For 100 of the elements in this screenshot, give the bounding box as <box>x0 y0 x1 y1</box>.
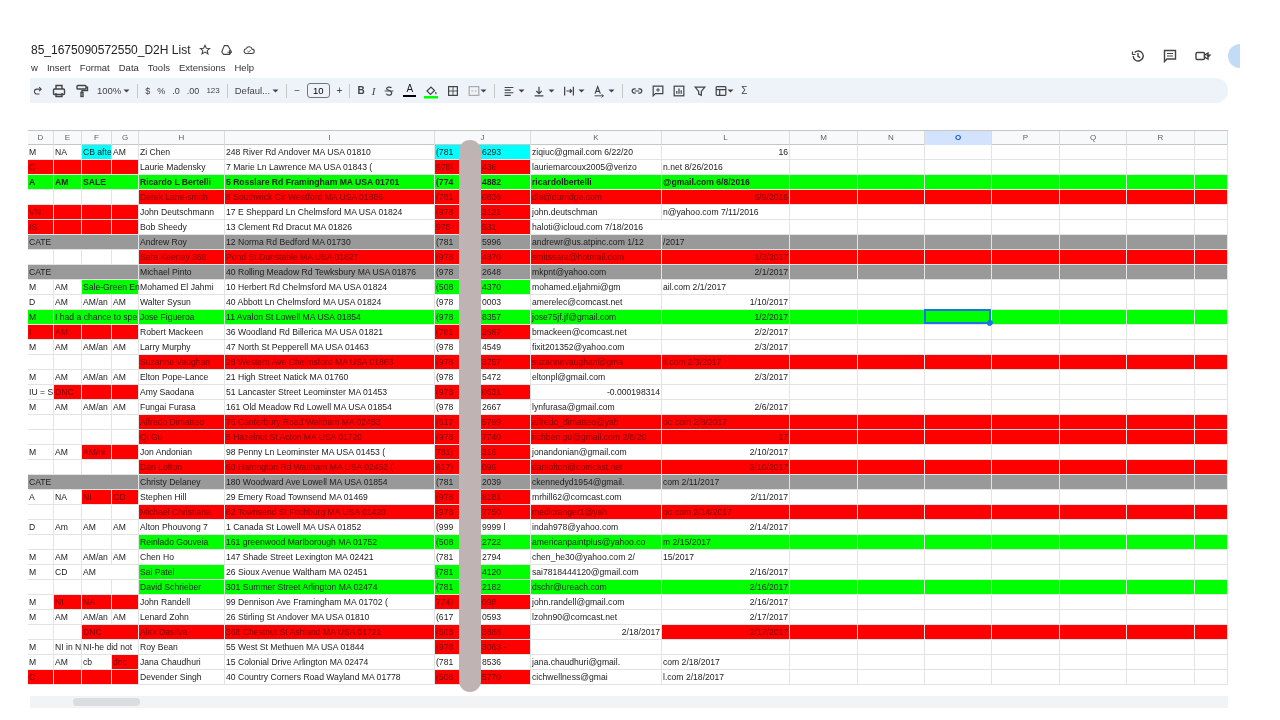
table-cell: Robert Mackeen <box>139 325 225 340</box>
cell-text: 3063 - <box>482 641 508 654</box>
empty-cell <box>858 205 925 220</box>
table-cell: NI <box>54 595 82 610</box>
column-header[interactable]: R <box>1127 131 1195 145</box>
table-cell: 10 Herbert Rd Chelmsford MA USA 01824 <box>225 280 435 295</box>
column-header[interactable]: D <box>28 131 54 145</box>
column-header[interactable]: M <box>790 131 858 145</box>
menu-item[interactable]: Help <box>234 62 255 73</box>
column-header[interactable]: G <box>112 131 139 145</box>
table-cell: Amy Saodana <box>139 385 225 400</box>
decrease-decimals-button[interactable]: .0 <box>172 85 180 96</box>
empty-cell <box>858 595 925 610</box>
empty-cell <box>1195 670 1228 685</box>
column-header[interactable]: L <box>662 131 790 145</box>
table-cell: 16 <box>662 145 790 160</box>
cell-text: (508 <box>436 536 455 549</box>
table-cell: com 2/11/2017 <box>662 475 790 490</box>
cell-text: (978 <box>436 431 455 444</box>
zoom-dropdown[interactable]: 100% <box>97 85 122 96</box>
table-cell: 2/16/2017 <box>662 595 790 610</box>
empty-cell <box>858 385 925 400</box>
table-cell: 21 High Street Natick MA 01760 <box>225 370 435 385</box>
paint-format-icon[interactable] <box>74 82 90 99</box>
italic-button[interactable]: I <box>371 84 376 97</box>
horizontal-scrollbar[interactable] <box>30 696 1228 708</box>
column-header[interactable]: E <box>54 131 82 145</box>
table-cell: com 2/18/2017 <box>662 655 790 670</box>
column-header[interactable]: Q <box>1060 131 1127 145</box>
empty-cell <box>1127 370 1195 385</box>
cell-text: 098 <box>482 596 498 609</box>
column-header[interactable]: I <box>225 131 435 145</box>
table-cell: eltonpl@gmail.com <box>531 370 662 385</box>
empty-cell <box>925 640 992 655</box>
menu-item[interactable]: Data <box>118 62 139 73</box>
table-cell: john.deutschman <box>531 205 662 220</box>
table-cell: 51 Lancaster Street Leominster MA 01453 <box>225 385 435 400</box>
table-cell: john.randell@gmail.com <box>531 595 662 610</box>
print-icon[interactable] <box>51 82 67 99</box>
cell-text: 5472 <box>482 371 503 384</box>
document-title[interactable]: 85_1675090572550_D2H List <box>31 43 191 57</box>
column-header[interactable]: P <box>992 131 1060 145</box>
cell-text: 4870 <box>482 251 503 264</box>
empty-cell <box>1060 655 1127 670</box>
cell-text: 978) <box>436 161 455 174</box>
menu-item[interactable]: w <box>31 62 38 73</box>
empty-cell <box>992 370 1060 385</box>
cell-text: (781 <box>436 551 455 564</box>
triangle-plus-icon[interactable] <box>220 42 235 58</box>
table-cell: C <box>28 670 54 685</box>
cell-text: 0003 <box>482 296 503 309</box>
table-cell: Jana Chaudhuri <box>139 655 225 670</box>
percent-format-button[interactable]: % <box>157 85 166 96</box>
cell-text: (978 <box>436 491 455 504</box>
empty-cell <box>925 370 992 385</box>
empty-cell <box>1060 280 1127 295</box>
increase-font-size-button[interactable]: + <box>336 85 343 96</box>
cell-text: 436 <box>482 161 498 174</box>
cell-text: (508 <box>436 671 455 684</box>
empty-cell <box>1195 280 1228 295</box>
menu-item[interactable]: Extensions <box>179 62 226 73</box>
table-cell: mkpnt@yahoo.com <box>531 265 662 280</box>
table-cell: 40 Country Corners Road Wayland MA 01778 <box>225 670 435 685</box>
history-icon[interactable] <box>1130 48 1146 64</box>
empty-cell <box>1060 670 1127 685</box>
font-dropdown[interactable]: Defaul... <box>234 85 271 96</box>
column-header[interactable]: O <box>925 131 992 145</box>
decrease-font-size-button[interactable]: − <box>294 85 300 96</box>
text-color-button[interactable]: A <box>403 84 417 97</box>
empty-cell <box>858 370 925 385</box>
comment-icon[interactable] <box>1162 48 1178 64</box>
column-header[interactable]: K <box>531 131 662 145</box>
column-header[interactable]: H <box>139 131 225 145</box>
text-rotation-icon[interactable] <box>592 82 607 99</box>
cell-text: (978 <box>436 311 455 324</box>
font-size-field[interactable]: 10 <box>306 83 330 98</box>
menu-item[interactable]: Tools <box>147 62 170 73</box>
empty-cell <box>1195 550 1228 565</box>
number-format-button[interactable]: 123 <box>206 86 220 95</box>
empty-cell <box>1127 205 1195 220</box>
table-cell: dnc <box>112 655 139 670</box>
bold-button[interactable]: B <box>357 85 365 96</box>
functions-button[interactable]: Σ <box>741 85 748 96</box>
cell-text: (978 <box>436 296 455 309</box>
table-cell: 17 E Sheppard Ln Chelmsford MA USA 01824 <box>225 205 435 220</box>
menu-item[interactable]: Format <box>79 62 110 73</box>
table-cell: Elton Pope-Lance <box>139 370 225 385</box>
table-cell: 2/16/2017 <box>662 580 790 595</box>
increase-decimals-button[interactable]: .00 <box>186 85 200 96</box>
cell-text: 2667 <box>482 401 503 414</box>
empty-cell <box>790 280 858 295</box>
selected-cell-outline[interactable] <box>924 309 991 324</box>
star-icon[interactable] <box>198 42 213 58</box>
table-cell: 55 West St Methuen MA USA 01844 <box>225 640 435 655</box>
table-cell: 15/2017 <box>662 550 790 565</box>
table-cell: 1/2/2017 <box>662 310 790 325</box>
currency-format-button[interactable]: $ <box>145 85 151 96</box>
menu-item[interactable]: Insert <box>46 62 71 73</box>
table-cell: medicranger1@yah <box>531 505 662 520</box>
cell-text: (999 <box>436 521 455 534</box>
